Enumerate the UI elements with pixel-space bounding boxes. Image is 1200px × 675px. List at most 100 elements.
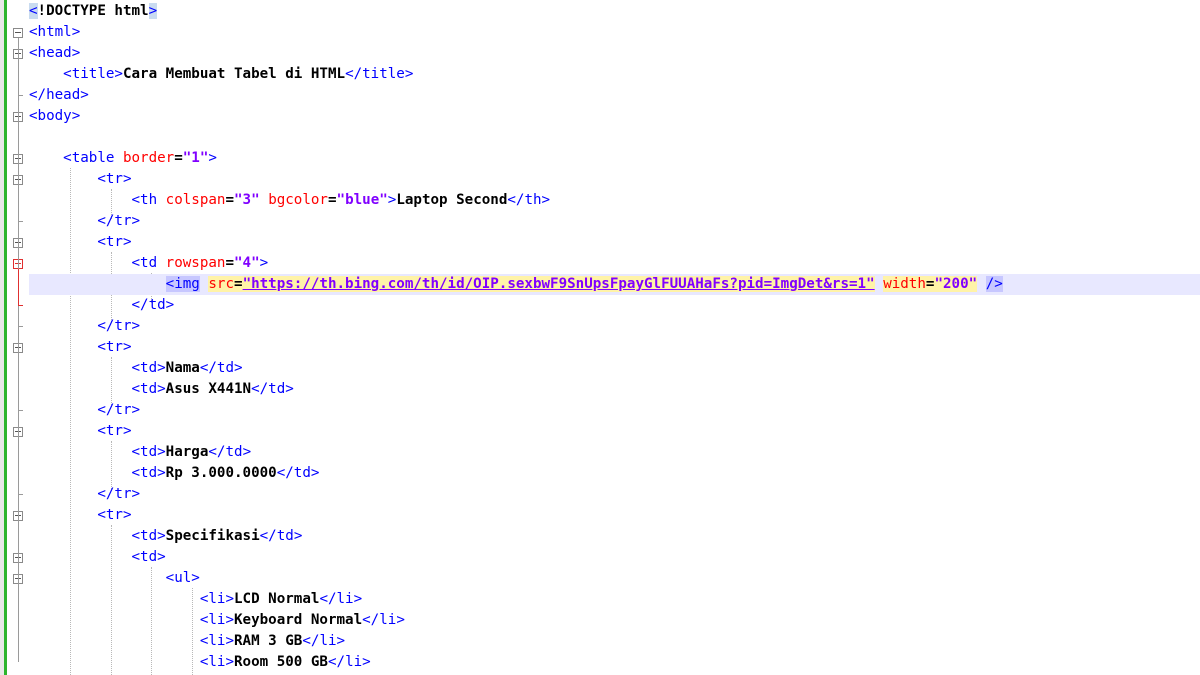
fold-end-marker [18, 221, 23, 222]
attribute-value: "4" [234, 255, 260, 271]
tag-token: > [71, 24, 81, 40]
tag-token: <head [29, 45, 72, 61]
code-line[interactable]: <td>Asus X441N</td> [29, 379, 1200, 400]
fold-toggle-icon[interactable] [13, 28, 23, 38]
tag-token: <tr [97, 171, 123, 187]
code-line[interactable]: <tr> [29, 505, 1200, 526]
code-line[interactable]: <tr> [29, 421, 1200, 442]
code-line[interactable]: <ul> [29, 568, 1200, 589]
tag-token: > [225, 633, 235, 649]
tag-token: </td [208, 444, 243, 460]
fold-end-marker [18, 494, 23, 495]
code-line[interactable]: <tr> [29, 169, 1200, 190]
code-line[interactable]: </head> [29, 85, 1200, 106]
text-token: Nama [165, 360, 200, 376]
tag-token: <title [63, 66, 115, 82]
tag-token: > [157, 528, 166, 544]
text-token: Room 500 GB [234, 654, 328, 670]
tag-token: </head [29, 87, 81, 103]
tag-token: <body [29, 108, 72, 124]
attribute-name: bgcolor [268, 192, 328, 208]
code-line[interactable]: </tr> [29, 316, 1200, 337]
fold-end-marker [18, 326, 23, 327]
tag-token: </title [345, 66, 405, 82]
tag-token: > [71, 45, 81, 61]
attribute-name: width [883, 276, 926, 292]
code-line[interactable]: <!DOCTYPE html> [29, 1, 1200, 22]
tag-token: </tr [97, 402, 132, 418]
code-line[interactable]: <td>Harga</td> [29, 442, 1200, 463]
attribute-name: src [208, 276, 235, 292]
tag-token: <td [131, 255, 158, 271]
code-line[interactable]: </tr> [29, 211, 1200, 232]
tag-token: <li [199, 591, 226, 607]
tag-token: > [362, 654, 371, 670]
tag-token: > [404, 66, 414, 82]
tag-token: <ul [165, 570, 192, 586]
tag-token: <tr [97, 423, 123, 439]
tag-token: > [191, 570, 200, 586]
code-line[interactable]: <td> [29, 547, 1200, 568]
tag-token: </tr [97, 213, 132, 229]
code-line[interactable]: <li>Room 500 GB</li> [29, 652, 1200, 673]
text-token: LCD Normal [234, 591, 320, 607]
text-token: RAM 3 GB [234, 633, 303, 649]
code-line[interactable]: <td>Rp 3.000.0000</td> [29, 463, 1200, 484]
tag-token: > [71, 108, 81, 124]
attribute-name: rowspan [165, 255, 226, 271]
code-line[interactable]: </tr> [29, 484, 1200, 505]
tag-token: > [157, 465, 166, 481]
tag-token: > [242, 444, 252, 460]
doctype-text: !DOCTYPE html [37, 3, 149, 19]
attribute-value: "3" [234, 192, 260, 208]
tag-token: > [225, 654, 235, 670]
code-line[interactable]: <td>Specifikasi</td> [29, 526, 1200, 547]
fold-connector [18, 38, 19, 662]
tag-token: > [148, 3, 158, 19]
code-line[interactable]: <body> [29, 106, 1200, 127]
code-line[interactable]: <tr> [29, 337, 1200, 358]
attribute-name: border [122, 150, 175, 166]
code-line[interactable]: <td>Nama</td> [29, 358, 1200, 379]
tag-token: </li [319, 591, 354, 607]
code-line[interactable]: </td> [29, 295, 1200, 316]
code-line[interactable]: <td rowspan="4"> [29, 253, 1200, 274]
code-editor[interactable]: <!DOCTYPE html> <html> <head> <title>Cara … [29, 0, 1200, 675]
code-line[interactable]: <li>LCD Normal</li> [29, 589, 1200, 610]
tag-token: > [293, 528, 303, 544]
tag-token: > [122, 507, 132, 523]
code-line[interactable]: <table border="1"> [29, 148, 1200, 169]
attribute-name: colspan [165, 192, 226, 208]
tag-token: > [122, 339, 132, 355]
code-line[interactable]: <tr> [29, 232, 1200, 253]
code-line[interactable]: <img src="https://th.bing.com/th/id/OIP.… [29, 274, 1200, 295]
tag-token: </li [327, 654, 363, 670]
code-line[interactable]: <title > Cara Membuat Tabel di HTML</title… [29, 64, 1200, 85]
attribute-value: "https://th.bing.com/th/id/OIP.sexbwF9Sn… [242, 276, 875, 292]
code-line[interactable]: <head> [29, 43, 1200, 64]
text-token: Cara Membuat Tabel di HTML [122, 66, 346, 82]
tag-token: <li [199, 654, 226, 670]
tag-token: <th [131, 192, 158, 208]
code-line[interactable]: </tr> [29, 400, 1200, 421]
tag-token: </td [251, 381, 286, 397]
tag-token: > [122, 423, 132, 439]
code-line[interactable]: <th colspan="3" bgcolor="blue">Laptop Se… [29, 190, 1200, 211]
tag-token: </th [507, 192, 542, 208]
code-line[interactable] [29, 127, 1200, 148]
tag-token: > [122, 234, 132, 250]
tag-token: <tr [97, 339, 123, 355]
text-token: Laptop Second [396, 192, 508, 208]
tag-token: > [225, 612, 235, 628]
code-line[interactable]: <html> [29, 22, 1200, 43]
fold-connector [18, 269, 19, 305]
tag-token: > [208, 150, 217, 166]
code-line[interactable]: <li>RAM 3 GB</li> [29, 631, 1200, 652]
text-token: Specifikasi [165, 528, 260, 544]
tag-token: <li [199, 612, 226, 628]
tag-token: > [310, 465, 320, 481]
tag-token: > [165, 297, 175, 313]
code-line[interactable]: <li>Keyboard Normal</li> [29, 610, 1200, 631]
tag-token: </li [302, 633, 337, 649]
fold-margin[interactable] [7, 0, 29, 675]
